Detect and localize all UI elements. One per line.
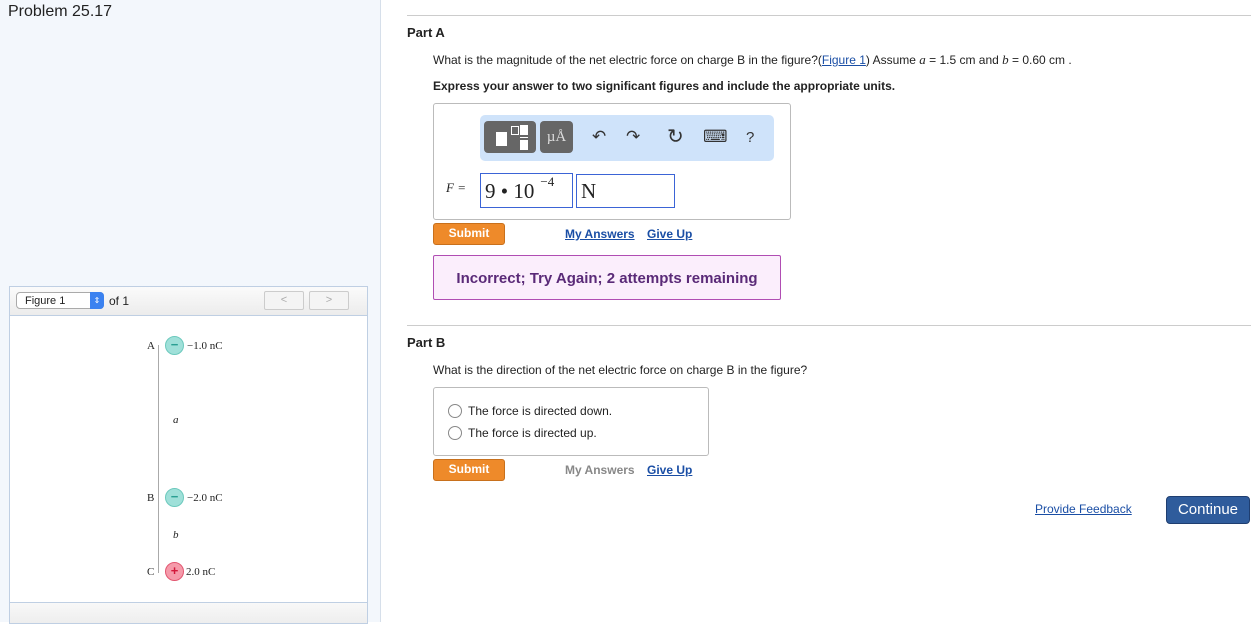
part-a-instruction: Express your answer to two significant f… [433,79,896,93]
divider [407,325,1251,326]
charge-b-label: B [147,492,155,504]
value-exponent: −4 [540,174,555,189]
q-text: = 0.60 cm . [1008,53,1072,67]
continue-button[interactable]: Continue [1166,496,1250,524]
submit-button-a[interactable]: Submit [433,223,505,245]
problem-title: Problem 25.17 [8,3,113,20]
radio-up[interactable] [448,426,462,440]
q-text: ) Assume [865,53,920,67]
keyboard-icon[interactable]: ⌨ [703,127,728,147]
templates-button[interactable] [484,121,536,153]
figure-select[interactable]: Figure 1 ⇕ [16,292,104,309]
units-button[interactable]: µÅ [540,121,573,153]
charge-b-value: −2.0 nC [187,492,223,504]
distance-b: b [173,529,179,541]
undo-icon[interactable]: ↶ [592,127,606,147]
charge-c-icon: + [165,562,184,581]
figure-header: Figure 1 ⇕ of 1 < > [10,287,367,316]
prev-figure-button[interactable]: < [264,291,304,310]
charge-a-icon: − [165,336,184,355]
figure-link[interactable]: Figure 1 [822,53,866,67]
units-input[interactable]: N [576,174,675,208]
feedback-message: Incorrect; Try Again; 2 attempts remaini… [433,255,781,300]
my-answers-link-a[interactable]: My Answers [565,227,635,241]
axis-line [158,345,159,573]
provide-feedback-link[interactable]: Provide Feedback [1035,502,1132,516]
option-down-label[interactable]: The force is directed down. [468,404,612,418]
charge-c-label: C [147,566,155,578]
reset-icon[interactable]: ↻ [667,124,684,149]
var-label: F = [446,180,466,195]
q-text: = 1.5 cm and [925,53,1003,67]
part-a-title: Part A [407,25,445,40]
charge-a-value: −1.0 nC [187,340,223,352]
figure-panel: Figure 1 ⇕ of 1 < > A − −1.0 nC a B − −2.… [9,286,368,624]
give-up-link-a[interactable]: Give Up [647,227,692,241]
q-text: What is the magnitude of the net electri… [433,53,822,67]
figure-footer [10,602,367,623]
select-arrows-icon: ⇕ [90,292,104,309]
redo-icon[interactable]: ↷ [626,127,640,147]
radio-down[interactable] [448,404,462,418]
distance-a: a [173,414,179,426]
give-up-link-b[interactable]: Give Up [647,463,692,477]
submit-button-b[interactable]: Submit [433,459,505,481]
figure-count: of 1 [109,294,130,308]
charge-b-icon: − [165,488,184,507]
charge-c-value: 2.0 nC [186,566,216,578]
my-answers-b: My Answers [565,463,635,477]
math-toolbar: µÅ ↶ ↷ ↻ ⌨ ? [480,115,774,161]
divider [407,15,1251,16]
option-up-label[interactable]: The force is directed up. [468,426,597,440]
next-figure-button[interactable]: > [309,291,349,310]
figure-select-value: Figure 1 [25,295,66,307]
value-input[interactable]: 9 • 10 −4 [480,173,573,208]
part-b-title: Part B [407,335,446,350]
help-icon[interactable]: ? [746,129,754,146]
part-a-question: What is the magnitude of the net electri… [433,52,1072,68]
part-b-question: What is the direction of the net electri… [433,363,808,377]
charge-a-label: A [147,340,155,352]
value-mantissa: 9 • 10 [485,179,535,203]
left-panel: Problem 25.17 Figure 1 ⇕ of 1 < > A − −1.… [0,0,381,624]
options-box [433,387,709,456]
